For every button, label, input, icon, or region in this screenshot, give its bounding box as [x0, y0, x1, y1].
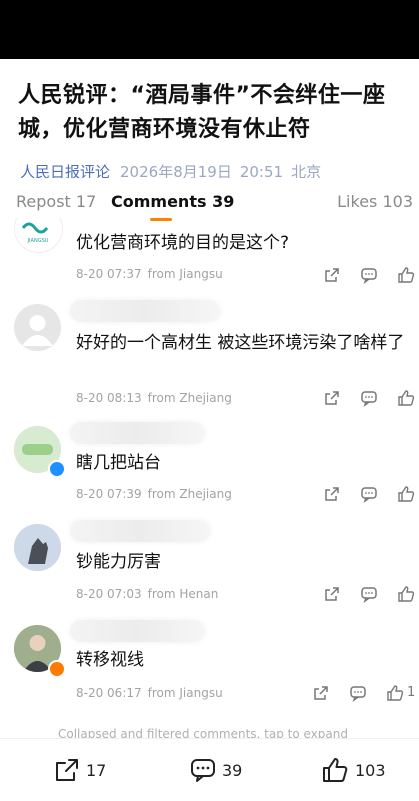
article-source[interactable]: 人民日报评论 — [20, 163, 110, 179]
comment-time: 8-20 07:39 — [76, 487, 142, 501]
share-icon[interactable] — [323, 485, 341, 503]
comment-time: 8-20 07:37 — [76, 267, 142, 281]
comment-location: from Henan — [147, 587, 219, 601]
comment-location: from Jiangsu — [147, 267, 223, 281]
like-button[interactable]: 103 — [321, 757, 386, 783]
list-item: 瞎几把站台 8-20 07:39 from Zhejiang — [0, 412, 419, 512]
comment-time: 8-20 07:03 — [76, 587, 142, 601]
article-title: 人民锐评：“酒局事件”不会绊住一座城，优化营商环境没有休止符 — [18, 83, 386, 142]
comment-icon[interactable] — [360, 389, 378, 407]
comment-meta: 8-20 07:03 from Henan — [76, 587, 218, 601]
repost-count: 17 — [86, 760, 107, 780]
comment-text: 优化营商环境的目的是这个? — [76, 233, 290, 253]
verified-badge-icon — [48, 460, 66, 478]
bottom-action-bar: 17 39 103 — [0, 738, 419, 801]
comment-list: JIANGSU 优化营商环境的目的是这个? 8-20 07:37 from Jia… — [0, 218, 419, 738]
comment-icon — [191, 759, 215, 782]
tab-repost[interactable]: Repost 17 — [16, 192, 96, 211]
like-count: 1 — [407, 685, 416, 700]
comment-count: 39 — [222, 760, 243, 780]
svg-text:JIANGSU: JIANGSU — [27, 238, 49, 244]
username-redacted — [70, 422, 205, 444]
like-icon[interactable] — [397, 485, 415, 503]
like-icon[interactable] — [397, 389, 415, 407]
comment-text: 好好的一个高材生 被这些环境污染了啥样了 — [76, 333, 405, 353]
default-avatar-icon[interactable] — [14, 304, 61, 351]
status-bar — [0, 0, 419, 59]
comment-time: 8-20 08:13 — [76, 391, 142, 405]
share-icon[interactable] — [323, 266, 341, 284]
article-location: 北京 — [291, 163, 322, 179]
username-redacted — [70, 520, 210, 542]
comment-location: from Jiangsu — [147, 686, 223, 700]
list-item: 好好的一个高材生 被这些环境污染了啥样了 8-20 08:13 from Zhej… — [0, 292, 419, 412]
comment-time: 8-20 06:17 — [76, 686, 142, 700]
article-date: 2026年8月19日 — [120, 163, 232, 179]
like-count: 103 — [355, 760, 386, 780]
share-icon[interactable] — [323, 585, 341, 603]
comment-text: 转移视线 — [76, 650, 144, 670]
comment-icon[interactable] — [360, 266, 378, 284]
comment-icon[interactable] — [360, 585, 378, 603]
share-icon[interactable] — [323, 389, 341, 407]
comment-meta: 8-20 06:17 from Jiangsu — [76, 686, 223, 700]
repost-button[interactable]: 17 — [54, 757, 106, 783]
like-icon — [323, 758, 348, 782]
list-item: JIANGSU 优化营商环境的目的是这个? 8-20 07:37 from Jia… — [0, 218, 419, 292]
like-icon[interactable] — [397, 266, 415, 284]
username-redacted — [70, 300, 220, 322]
username-redacted — [70, 620, 205, 642]
like-icon[interactable] — [386, 684, 404, 702]
verified-badge-icon — [48, 660, 66, 678]
article-time: 20:51 — [239, 163, 284, 179]
comment-button[interactable]: 39 — [190, 757, 242, 783]
share-icon — [56, 759, 78, 781]
tab-likes[interactable]: Likes 103 — [337, 192, 413, 211]
list-item: 转移视线 8-20 06:17 from Jiangsu 1 — [0, 612, 419, 712]
share-icon[interactable] — [312, 684, 330, 702]
comment-text: 瞎几把站台 — [76, 453, 161, 473]
tab-comments[interactable]: Comments 39 — [111, 192, 234, 211]
comment-icon[interactable] — [360, 485, 378, 503]
comment-meta: 8-20 07:37 from Jiangsu — [76, 267, 223, 281]
comment-text: 钞能力厉害 — [76, 552, 161, 572]
comment-meta: 8-20 07:39 from Zhejiang — [76, 487, 232, 501]
comment-tabs: Repost 17 Comments 39 Likes 103 — [0, 178, 419, 221]
list-item: 钞能力厉害 8-20 07:03 from Henan — [0, 512, 419, 612]
comment-meta: 8-20 08:13 from Zhejiang — [76, 391, 232, 405]
like-icon[interactable] — [397, 585, 415, 603]
comment-icon[interactable] — [349, 684, 367, 702]
wolf-avatar-icon[interactable] — [14, 524, 61, 571]
logo-avatar-icon[interactable]: JIANGSU — [14, 218, 63, 253]
comment-location: from Zhejiang — [147, 391, 232, 405]
article-meta: 人民日报评论 2026年8月19日 20:51 北京 — [20, 161, 415, 179]
comment-location: from Zhejiang — [147, 487, 232, 501]
